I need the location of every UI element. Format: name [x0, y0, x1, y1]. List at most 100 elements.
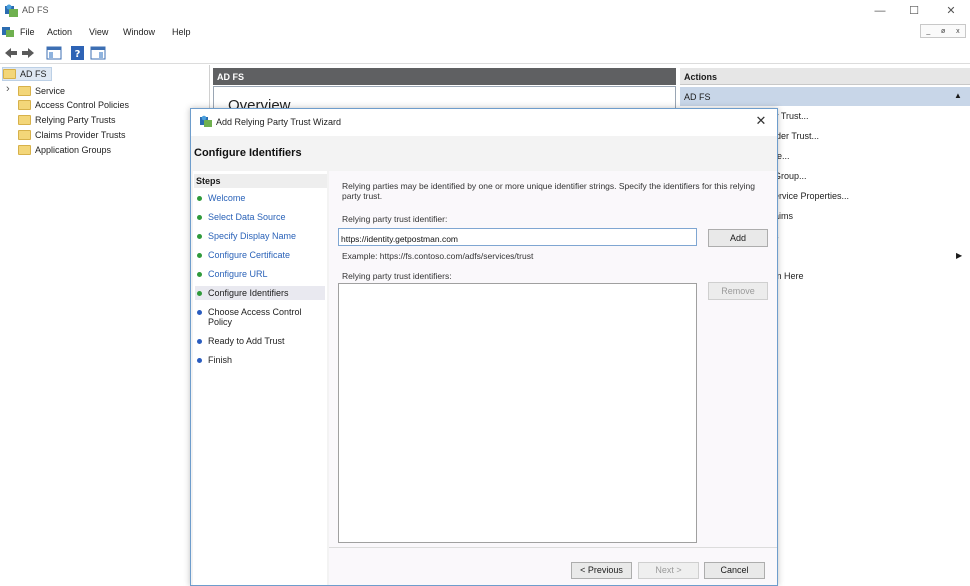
- step-ready-to-add-trust: Ready to Add Trust: [195, 336, 325, 346]
- step-status-dot-icon: [197, 291, 202, 296]
- tree-item-service[interactable]: Service: [18, 84, 65, 98]
- step-label: Configure Certificate: [208, 250, 291, 260]
- menu-action[interactable]: Action: [47, 27, 72, 37]
- tree-item-label: Application Groups: [35, 145, 112, 155]
- action-edit-federation-service-properties[interactable]: ervice Properties...: [774, 191, 849, 201]
- folder-icon: [18, 115, 31, 125]
- steps-header: Steps: [194, 174, 327, 188]
- folder-icon: [18, 130, 31, 140]
- step-label: Configure Identifiers: [208, 288, 289, 298]
- svg-text:?: ?: [75, 49, 81, 60]
- maximize-button[interactable]: ☐: [900, 3, 928, 19]
- collapse-icon[interactable]: ▲: [954, 91, 962, 100]
- forward-arrow-icon[interactable]: [20, 46, 36, 60]
- show-hide-action-pane-icon[interactable]: [90, 46, 106, 60]
- wizard-steps-panel: Steps Welcome Select Data Source Specify…: [193, 171, 327, 585]
- step-specify-display-name[interactable]: Specify Display Name: [195, 231, 325, 241]
- wizard-titlebar: Add Relying Party Trust Wizard ✕: [191, 109, 777, 136]
- tree-item-claims-provider-trusts[interactable]: Claims Provider Trusts: [18, 128, 126, 142]
- action-new-window-from-here[interactable]: m Here: [774, 271, 804, 281]
- identifier-example: Example: https://fs.contoso.com/adfs/ser…: [342, 251, 534, 261]
- folder-icon: [18, 145, 31, 155]
- tree-root-label: AD FS: [20, 69, 47, 79]
- back-arrow-icon[interactable]: [3, 46, 19, 60]
- step-status-dot-icon: [197, 272, 202, 277]
- step-label: Welcome: [208, 193, 246, 203]
- center-pane-header: AD FS: [213, 68, 676, 85]
- step-status-dot-icon: [197, 253, 202, 258]
- submenu-arrow-icon[interactable]: ▶: [956, 251, 962, 260]
- step-label: Ready to Add Trust: [208, 336, 285, 346]
- step-label: Configure URL: [208, 269, 268, 279]
- menu-bar: File Action View Window Help: [0, 22, 970, 42]
- step-select-data-source[interactable]: Select Data Source: [195, 212, 325, 222]
- cancel-button[interactable]: Cancel: [704, 562, 765, 579]
- chevron-right-icon[interactable]: ›: [6, 83, 10, 95]
- adfs-app-icon: [5, 4, 18, 17]
- adfs-app-icon: [200, 115, 212, 127]
- step-status-dot-icon: [197, 234, 202, 239]
- tree-item-label: Claims Provider Trusts: [35, 130, 126, 140]
- window-title: AD FS: [22, 5, 49, 15]
- mdi-window-controls: _ ø x: [920, 24, 966, 38]
- add-relying-party-trust-wizard: Add Relying Party Trust Wizard ✕ Configu…: [190, 108, 778, 586]
- actions-section-label: AD FS: [684, 92, 711, 102]
- step-status-dot-icon: [197, 196, 202, 201]
- window-titlebar: AD FS — ☐ ✕: [0, 0, 970, 22]
- action-add-claims-provider-trust[interactable]: ider Trust...: [774, 131, 819, 141]
- page-description: Relying parties may be identified by one…: [342, 181, 755, 201]
- tree-item-relying-party-trusts[interactable]: Relying Party Trusts: [18, 113, 116, 127]
- close-window-button[interactable]: ✕: [937, 3, 965, 19]
- step-configure-url[interactable]: Configure URL: [195, 269, 325, 279]
- mdi-minimize-button[interactable]: _: [926, 28, 930, 35]
- wizard-close-button[interactable]: ✕: [753, 113, 769, 129]
- wizard-title: Add Relying Party Trust Wizard: [216, 117, 342, 127]
- wizard-content-panel: Relying parties may be identified by one…: [329, 171, 777, 585]
- step-status-dot-icon: [197, 310, 202, 315]
- step-configure-certificate[interactable]: Configure Certificate: [195, 250, 325, 260]
- minimize-button[interactable]: —: [866, 3, 894, 19]
- mdi-restore-button[interactable]: ø: [941, 28, 945, 35]
- identifiers-list-label: Relying party trust identifiers:: [342, 271, 452, 281]
- remove-button: Remove: [708, 282, 768, 300]
- toolbar: ?: [0, 42, 970, 64]
- show-hide-tree-icon[interactable]: [46, 46, 62, 60]
- menu-window[interactable]: Window: [123, 27, 155, 37]
- step-finish: Finish: [195, 355, 325, 365]
- tree-item-label: Relying Party Trusts: [35, 115, 116, 125]
- previous-button[interactable]: < Previous: [571, 562, 632, 579]
- add-button[interactable]: Add: [708, 229, 768, 247]
- action-add-relying-party-trust[interactable]: y Trust...: [774, 111, 809, 121]
- wizard-nav-bar: < Previous Next > Cancel: [329, 547, 777, 585]
- step-configure-identifiers[interactable]: Configure Identifiers: [195, 286, 325, 300]
- mdi-close-button[interactable]: x: [956, 28, 960, 35]
- help-icon[interactable]: ?: [70, 46, 86, 60]
- step-welcome[interactable]: Welcome: [195, 193, 325, 203]
- folder-icon: [18, 100, 31, 110]
- menu-view[interactable]: View: [89, 27, 108, 37]
- next-button: Next >: [638, 562, 699, 579]
- menu-help[interactable]: Help: [172, 27, 191, 37]
- actions-header: Actions: [680, 68, 970, 85]
- folder-icon: [18, 86, 31, 96]
- menu-file[interactable]: File: [20, 27, 35, 37]
- step-label: Specify Display Name: [208, 231, 297, 241]
- tree-item-label: Access Control Policies: [35, 100, 130, 110]
- step-label: Choose Access Control Policy: [208, 307, 302, 327]
- actions-section-adfs[interactable]: AD FS: [680, 87, 970, 106]
- step-label: Select Data Source: [208, 212, 286, 222]
- tree-item-application-groups[interactable]: Application Groups: [18, 143, 111, 157]
- step-status-dot-icon: [197, 215, 202, 220]
- action-add-application-group[interactable]: Group...: [774, 171, 807, 181]
- step-label: Finish: [208, 355, 233, 365]
- console-tree: AD FS › Service Access Control Policies …: [0, 65, 210, 586]
- identifiers-listbox[interactable]: [338, 283, 697, 543]
- tree-item-access-control-policies[interactable]: Access Control Policies: [18, 98, 129, 112]
- step-status-dot-icon: [197, 339, 202, 344]
- step-status-dot-icon: [197, 358, 202, 363]
- identifier-input[interactable]: [338, 228, 697, 246]
- step-choose-access-control-policy: Choose Access Control Policy: [195, 307, 325, 327]
- wizard-page-heading: Configure Identifiers: [194, 147, 302, 159]
- tree-root-adfs[interactable]: AD FS: [2, 67, 52, 81]
- mmc-console-icon: [2, 27, 14, 37]
